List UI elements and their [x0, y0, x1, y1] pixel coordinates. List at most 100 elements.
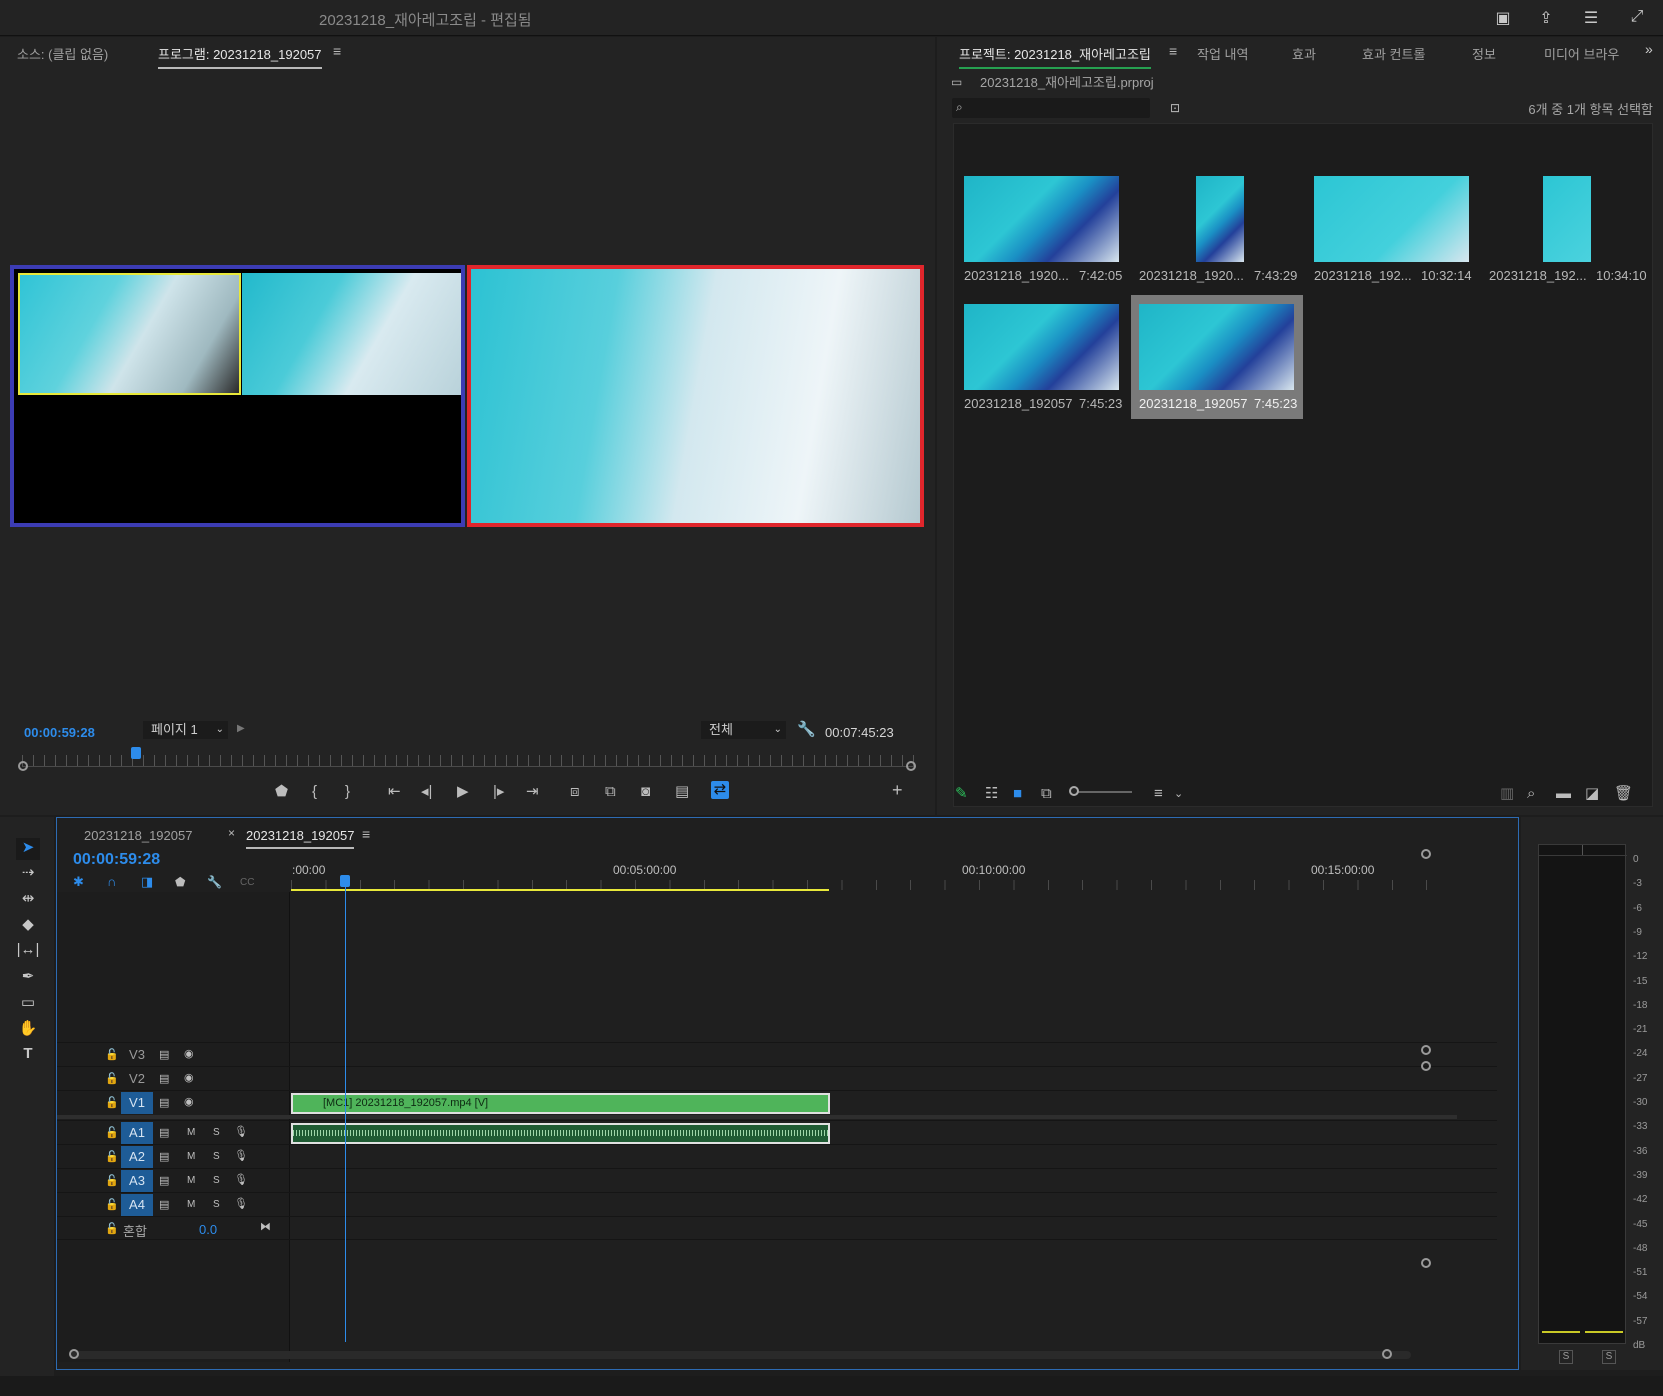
tab-program[interactable]: 프로그램: 20231218_192057 — [158, 44, 322, 69]
play-icon[interactable]: ▶ — [457, 783, 469, 801]
icon-view-icon[interactable]: ■ — [1013, 785, 1022, 803]
lock-icon[interactable]: 🔓 — [105, 1096, 119, 1109]
tab-history[interactable]: 작업 내역 — [1197, 44, 1248, 63]
solo-button[interactable]: S — [213, 1127, 220, 1138]
track-label[interactable]: V2 — [121, 1068, 153, 1090]
new-item-icon[interactable]: ◪ — [1585, 785, 1599, 803]
play-arrow-icon[interactable]: ▶ — [237, 723, 245, 734]
microphone-icon[interactable]: 🎙 — [234, 1125, 248, 1138]
hscroll-right-handle[interactable] — [1382, 1349, 1392, 1359]
track-label[interactable]: A3 — [121, 1170, 153, 1192]
linked-selection-icon[interactable]: ◨ — [141, 873, 153, 891]
trash-icon[interactable]: 🗑 — [1614, 785, 1633, 803]
nest-toggle-icon[interactable]: ✱ — [73, 873, 84, 891]
multicam-view-icon[interactable]: ⇄ — [711, 781, 729, 799]
panel-menu-icon[interactable]: ≡ — [362, 826, 370, 842]
eye-icon[interactable]: ◉ — [184, 1095, 194, 1108]
vscroll-mid-handle[interactable] — [1421, 1045, 1431, 1055]
sync-lock-icon[interactable]: ▤ — [159, 1150, 169, 1163]
panel-menu-icon[interactable]: ≡ — [333, 43, 341, 59]
playhead-timecode[interactable]: 00:00:59:28 — [24, 725, 95, 740]
track-select-tool-icon[interactable]: ⇢ — [16, 863, 40, 885]
project-item-selected[interactable]: 20231218_192057 7:45:23 — [1131, 295, 1303, 419]
page-select[interactable]: 페이지 1 ⌄ — [143, 721, 228, 739]
sync-lock-icon[interactable]: ▤ — [159, 1096, 169, 1109]
track-label[interactable]: V1 — [121, 1092, 153, 1114]
ruler-start-handle[interactable] — [18, 761, 28, 771]
horizontal-scrollbar[interactable] — [71, 1351, 1411, 1359]
add-marker-icon[interactable]: ⬟ — [275, 783, 288, 801]
solo-button[interactable]: S — [213, 1175, 220, 1186]
program-time-ruler[interactable] — [22, 755, 916, 767]
vscroll-audio-handle[interactable] — [1421, 1061, 1431, 1071]
sync-lock-icon[interactable]: ▤ — [159, 1174, 169, 1187]
solo-button[interactable]: S — [213, 1151, 220, 1162]
track-label[interactable]: A4 — [121, 1194, 153, 1216]
fit-select[interactable]: 전체 ⌄ — [701, 721, 786, 739]
step-back-icon[interactable]: ◂| — [421, 783, 432, 801]
hscroll-left-handle[interactable] — [69, 1349, 79, 1359]
slip-tool-icon[interactable]: |↔| — [16, 941, 40, 963]
video-clip[interactable]: [MC1] 20231218_192057.mp4 [V] — [291, 1093, 830, 1114]
microphone-icon[interactable]: 🎙 — [234, 1173, 248, 1186]
export-frame-icon[interactable]: ◙ — [641, 783, 650, 801]
new-bin-icon[interactable]: ▬ — [1556, 785, 1571, 803]
clip-thumbnail[interactable] — [964, 176, 1119, 262]
lock-icon[interactable]: 🔓 — [105, 1072, 119, 1085]
program-playhead[interactable] — [131, 747, 142, 759]
ruler-end-handle[interactable] — [906, 761, 916, 771]
settings-wrench-icon[interactable]: 🔧 — [207, 873, 222, 891]
panel-menu-icon[interactable]: ≡ — [1169, 43, 1177, 59]
automate-icon[interactable]: ▥ — [1500, 785, 1514, 803]
project-grid[interactable]: 20231218_1920... 7:42:05 20231218_1920..… — [953, 123, 1653, 807]
tab-project[interactable]: 프로젝트: 20231218_재아레고조립 — [959, 44, 1151, 69]
snap-icon[interactable]: ∩ — [107, 873, 116, 891]
timeline-timecode[interactable]: 00:00:59:28 — [73, 851, 160, 869]
work-area-bar[interactable] — [291, 889, 829, 891]
step-forward-icon[interactable]: |▸ — [493, 783, 504, 801]
lock-icon[interactable]: 🔓 — [105, 1150, 119, 1163]
new-search-bin-icon[interactable]: ⊡ — [1170, 99, 1180, 117]
lock-icon[interactable]: 🔓 — [105, 1174, 119, 1187]
tab-media-browser[interactable]: 미디어 브라우 — [1544, 44, 1619, 63]
fullscreen-icon[interactable]: ⤢ — [1627, 8, 1647, 26]
sort-icon[interactable]: ≡ — [1154, 785, 1163, 803]
solo-button[interactable]: S — [213, 1199, 220, 1210]
microphone-icon[interactable]: 🎙 — [234, 1197, 248, 1210]
toggle-proxies-icon[interactable]: ▤ — [675, 783, 689, 801]
track-label[interactable]: V3 — [121, 1044, 153, 1066]
lock-icon[interactable]: 🔓 — [105, 1048, 119, 1061]
pen-tool-icon[interactable]: ✒ — [16, 967, 40, 989]
mute-button[interactable]: M — [187, 1151, 195, 1162]
timeline-ruler[interactable] — [291, 856, 1448, 890]
share-icon[interactable]: ⇪ — [1536, 8, 1556, 27]
solo-right-button[interactable]: S — [1602, 1350, 1616, 1364]
tab-effects[interactable]: 효과 — [1292, 44, 1316, 63]
eye-icon[interactable]: ◉ — [184, 1047, 194, 1060]
track-divider[interactable] — [57, 1115, 1457, 1119]
tab-info[interactable]: 정보 — [1472, 44, 1496, 63]
sync-lock-icon[interactable]: ▤ — [159, 1198, 169, 1211]
menu-icon[interactable]: ☰ — [1581, 8, 1601, 27]
freeform-view-icon[interactable]: ⧉ — [1041, 785, 1052, 803]
clip-thumbnail[interactable] — [964, 304, 1119, 390]
tab-source[interactable]: 소스: (클립 없음) — [17, 44, 108, 63]
wrench-icon[interactable]: 🔧 — [797, 721, 816, 739]
tab-sequence-2[interactable]: 20231218_192057 — [246, 828, 355, 849]
vscroll-bottom-handle[interactable] — [1421, 1258, 1431, 1268]
pencil-icon[interactable]: ✎ — [955, 785, 968, 803]
camera-2-angle[interactable] — [242, 273, 461, 395]
camera-1-angle[interactable] — [18, 273, 241, 395]
mark-out-icon[interactable]: } — [345, 783, 350, 801]
type-tool-icon[interactable]: T — [16, 1045, 40, 1067]
extract-icon[interactable]: ⧉ — [605, 783, 616, 801]
hand-tool-icon[interactable]: ✋ — [16, 1019, 40, 1041]
solo-left-button[interactable]: S — [1559, 1350, 1573, 1364]
clip-thumbnail[interactable] — [1196, 176, 1244, 262]
sync-lock-icon[interactable]: ▤ — [159, 1048, 169, 1061]
zoom-slider-handle[interactable] — [1069, 786, 1079, 796]
track-label[interactable]: A1 — [121, 1122, 153, 1144]
audio-clip[interactable] — [291, 1123, 830, 1144]
mark-in-icon[interactable]: { — [312, 783, 317, 801]
mix-volume[interactable]: 0.0 — [199, 1222, 217, 1237]
